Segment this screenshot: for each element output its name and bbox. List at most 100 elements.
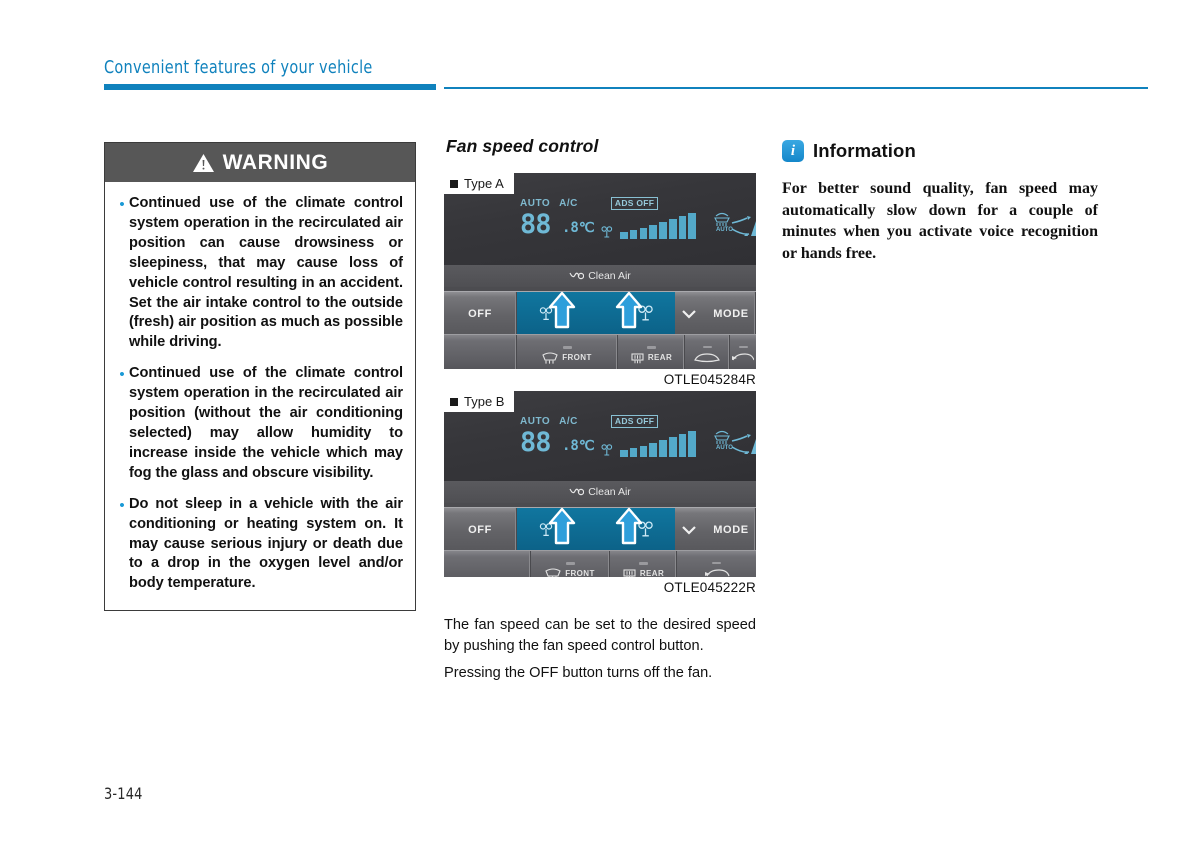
dashboard-graphic: AUTO A/C ADS OFF 88 .8℃ AUTO Clean Air O… [444, 391, 756, 577]
callout-arrow-fan-up [615, 507, 643, 545]
warning-item-text: Do not sleep in a vehicle with the air c… [129, 495, 403, 592]
fan-button-gap [575, 292, 617, 335]
warning-item-text: Continued use of the climate control sys… [129, 195, 403, 351]
bullet-icon: • [119, 196, 125, 213]
led-indicator [565, 562, 575, 565]
climate-button-row-secondary: FRONT REAR [444, 550, 756, 577]
svg-text:AUTO: AUTO [716, 227, 733, 233]
warning-box: WARNING • Continued use of the climate c… [104, 142, 416, 612]
defrost-auto-airflow-icon: AUTO [714, 212, 756, 236]
fresh-air-button[interactable] [685, 335, 730, 369]
lcd-content: AUTO A/C ADS OFF 88 .8℃ AUTO [520, 415, 756, 475]
rear-defrost-label: REAR [647, 353, 673, 363]
page-number: 3-144 [104, 784, 143, 803]
dashboard-graphic: AUTO A/C ADS OFF 88 .8℃ AUTO Clean Air O… [444, 173, 756, 369]
figure-a-caption: OTLE045284R [663, 372, 756, 387]
recirculation-icon [704, 569, 730, 577]
mode-label: MODE [713, 523, 749, 536]
mode-button[interactable]: MODE [675, 508, 756, 551]
recirculation-button[interactable] [730, 335, 756, 369]
temperature-digits: 88 [520, 427, 552, 458]
ac-indicator: A/C [559, 197, 578, 209]
type-a-label: Type A [464, 176, 504, 191]
led-indicator [646, 346, 656, 349]
climate-button-row-primary: OFF MODE [444, 507, 756, 551]
svg-text:AUTO: AUTO [716, 445, 733, 451]
warning-item: • Continued use of the climate control s… [115, 194, 403, 353]
clean-air-strip: Clean Air [444, 481, 756, 503]
clean-air-logo-icon [569, 488, 585, 495]
led-indicator [738, 345, 748, 349]
rear-defrost-button[interactable]: REAR [610, 551, 677, 577]
bullet-icon: • [119, 366, 125, 384]
rear-defrost-icon [631, 353, 644, 363]
front-defrost-icon [545, 568, 561, 577]
type-a-tag: Type A [444, 173, 514, 194]
page-title: Convenient features of your vehicle [104, 58, 373, 78]
bullet-icon: • [119, 496, 125, 514]
defrost-auto-airflow-icon: AUTO [714, 430, 756, 454]
fan-speed-bargraph [620, 431, 697, 457]
mode-button[interactable]: MODE [675, 292, 756, 335]
lcd-top-labels: AUTO A/C ADS OFF [520, 197, 659, 210]
body-paragraph-1: The fan speed can be set to the desired … [444, 617, 756, 654]
rear-defrost-label: REAR [639, 569, 665, 577]
led-indicator [638, 562, 648, 565]
fan-speed-bargraph [620, 213, 697, 239]
callout-arrow-fan-down [548, 507, 576, 545]
climate-button-row-secondary: FRONT REAR [444, 334, 756, 369]
information-header: i Information [782, 140, 1098, 162]
clean-air-strip: Clean Air [444, 265, 756, 287]
figure-type-b: AUTO A/C ADS OFF 88 .8℃ AUTO Clean Air O… [444, 391, 756, 595]
rear-defrost-button[interactable]: REAR [618, 335, 685, 369]
figure-b-caption: OTLE045222R [663, 580, 756, 595]
led-indicator [712, 561, 721, 565]
off-button[interactable]: OFF [444, 292, 517, 335]
temperature-decimal: .8℃ [562, 220, 595, 236]
callout-arrow-fan-down [548, 291, 576, 329]
warning-triangle-icon [192, 153, 214, 172]
clean-air-label: Clean Air [588, 270, 631, 282]
climate-button-row-primary: OFF MODE [444, 291, 756, 335]
ac-indicator: A/C [559, 415, 578, 427]
section-title: Fan speed control [446, 136, 599, 156]
right-column: i Information For better sound quality, … [782, 140, 1098, 280]
front-defrost-label: FRONT [562, 353, 592, 363]
page-header: Convenient features of your vehicle [104, 58, 1148, 98]
recirculation-icon [732, 353, 754, 361]
chevron-down-icon [682, 309, 697, 319]
lcd-top-labels: AUTO A/C ADS OFF [520, 415, 659, 428]
callout-arrow-fan-up [615, 291, 643, 329]
clean-air-logo-icon [569, 272, 585, 279]
clean-air-label: Clean Air [588, 486, 631, 498]
warning-item: • Continued use of the climate control s… [115, 364, 403, 483]
recirculation-button[interactable] [677, 551, 756, 577]
body-paragraph-2: Pressing the OFF button turns off the fa… [444, 665, 713, 681]
warning-body: • Continued use of the climate control s… [105, 182, 415, 610]
warning-header: WARNING [105, 143, 415, 182]
fresh-air-intake-icon [694, 353, 720, 363]
climate-control-panel-image-a: AUTO A/C ADS OFF 88 .8℃ AUTO Clean Air O… [444, 173, 756, 369]
blank-button-left[interactable] [444, 551, 531, 577]
blank-button-left[interactable] [444, 335, 517, 369]
front-defrost-button[interactable]: FRONT [517, 335, 618, 369]
type-b-tag: Type B [444, 391, 515, 412]
warning-item-text: Continued use of the climate control sys… [129, 365, 403, 481]
temperature-digits: 88 [520, 209, 552, 240]
led-indicator [562, 346, 572, 349]
off-button[interactable]: OFF [444, 508, 517, 551]
figure-type-a: AUTO A/C ADS OFF 88 .8℃ AUTO Clean Air O… [444, 173, 756, 387]
led-indicator [702, 345, 712, 349]
front-defrost-button[interactable]: FRONT [531, 551, 610, 577]
auto-indicator: AUTO [520, 197, 551, 209]
information-body: For better sound quality, fan speed may … [782, 180, 1098, 262]
warning-label: WARNING [222, 150, 329, 174]
header-thin-rule [444, 87, 1148, 89]
front-defrost-label: FRONT [565, 569, 595, 577]
fan-button-gap [575, 508, 617, 551]
auto-indicator: AUTO [520, 415, 551, 427]
middle-column: Fan speed control AUTO A/C ADS OFF 88 .8… [444, 136, 756, 691]
fan-icon [601, 226, 613, 238]
climate-control-panel-image-b: AUTO A/C ADS OFF 88 .8℃ AUTO Clean Air O… [444, 391, 756, 577]
information-title: Information [813, 140, 916, 161]
